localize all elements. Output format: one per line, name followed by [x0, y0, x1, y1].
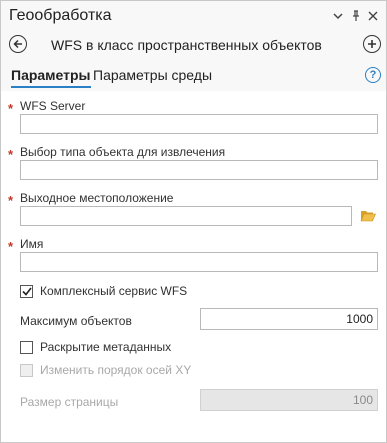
name-input[interactable]: [20, 252, 378, 272]
tab-environments[interactable]: Параметры среды: [93, 67, 212, 83]
feature-type-label: Выбор типа объекта для извлечения: [20, 145, 226, 159]
tab-parameters[interactable]: Параметры: [11, 67, 91, 88]
max-features-label: Максимум объектов: [20, 314, 132, 328]
expose-metadata-checkbox[interactable]: [20, 341, 33, 354]
geoprocessing-pane: Геообработка WFS в класс пространственны…: [0, 0, 387, 443]
output-location-input[interactable]: [20, 206, 352, 226]
required-marker: *: [8, 147, 14, 162]
folder-icon[interactable]: [360, 209, 376, 223]
swap-xy-checkbox: [20, 364, 33, 377]
add-icon[interactable]: [363, 35, 381, 53]
parameters-panel: * WFS Server * Выбор типа объекта для из…: [1, 91, 386, 442]
wfs-server-label: WFS Server: [20, 99, 86, 113]
page-size-label: Размер страницы: [20, 395, 119, 409]
title-bar: Геообработка: [1, 1, 386, 33]
tab-bar: Параметры Параметры среды ?: [1, 63, 386, 91]
pane-title: Геообработка: [9, 7, 112, 24]
help-icon[interactable]: ?: [365, 67, 381, 83]
output-location-label: Выходное местоположение: [20, 191, 174, 205]
max-features-input[interactable]: 1000: [200, 308, 378, 330]
wfs-server-input[interactable]: [20, 114, 378, 134]
complex-wfs-checkbox[interactable]: [20, 285, 33, 298]
swap-xy-label: Изменить порядок осей XY: [40, 363, 192, 377]
feature-type-input[interactable]: [20, 160, 378, 180]
pin-icon[interactable]: [349, 9, 363, 23]
tool-title: WFS в класс пространственных объектов: [51, 37, 322, 53]
page-size-input: 100: [200, 389, 378, 411]
tool-header: WFS в класс пространственных объектов: [1, 33, 386, 59]
chevron-down-icon[interactable]: [331, 9, 345, 23]
expose-metadata-label: Раскрытие метаданных: [40, 340, 172, 354]
back-arrow-icon[interactable]: [9, 35, 27, 53]
close-icon[interactable]: [366, 9, 380, 23]
complex-wfs-label: Комплексный сервис WFS: [40, 284, 188, 298]
name-label: Имя: [20, 237, 44, 251]
required-marker: *: [8, 101, 14, 116]
required-marker: *: [8, 239, 14, 254]
required-marker: *: [8, 193, 14, 208]
